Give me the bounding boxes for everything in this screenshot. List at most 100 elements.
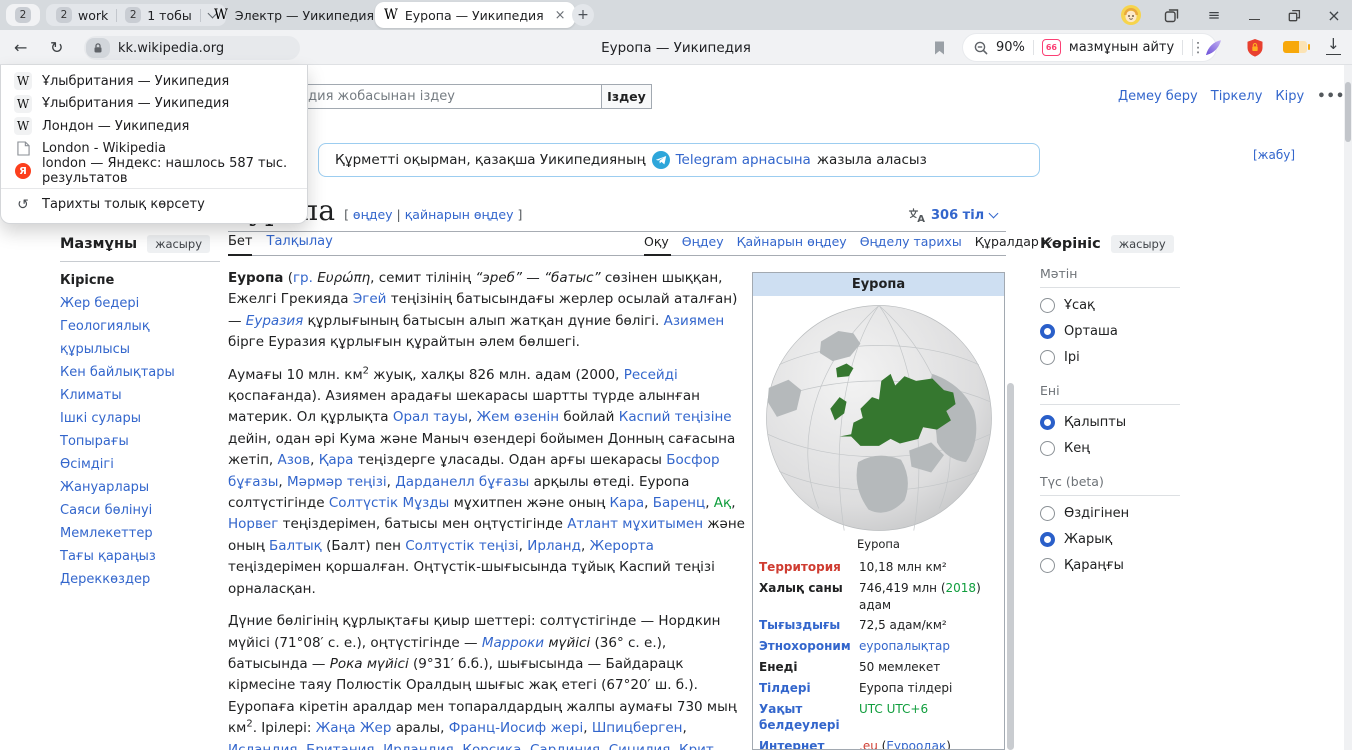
toc-item[interactable]: Тағы қараңыз — [60, 545, 220, 568]
link[interactable]: Сардиния — [530, 742, 600, 750]
link[interactable]: Еуроодақ — [886, 739, 946, 750]
tab-page[interactable]: Бет — [228, 234, 253, 249]
tab-europa-active[interactable]: W Еуропа — Уикипедия × — [375, 2, 575, 28]
toc-item[interactable]: Жер бедері — [60, 292, 220, 315]
tab-group-collapsed[interactable]: 2 — [6, 4, 40, 26]
radio-option-color-dark[interactable]: Қараңғы — [1040, 552, 1180, 578]
link[interactable]: Солтүстік Мұзды — [329, 495, 449, 511]
link[interactable]: Жаңа Жер — [316, 720, 392, 736]
link[interactable]: Крит — [679, 742, 714, 750]
link[interactable]: Тығыздығы — [759, 618, 840, 632]
tab-read[interactable]: Оқу — [644, 234, 669, 249]
side-panel-button[interactable] — [1162, 0, 1182, 30]
site-permissions-chip[interactable] — [86, 38, 110, 58]
link[interactable]: Интернет үйшігі — [759, 739, 824, 750]
bookmark-button[interactable] — [933, 30, 946, 65]
link[interactable]: Этнохороним — [759, 639, 851, 653]
link[interactable]: Кара — [609, 495, 644, 511]
read-aloud-button[interactable]: мазмұнын айту — [1069, 40, 1174, 55]
link[interactable]: Жерорта — [590, 538, 654, 554]
toc-item[interactable]: Топырағы — [60, 430, 220, 453]
toc-item[interactable]: Климаты — [60, 384, 220, 407]
appearance-hide-button[interactable]: жасыру — [1111, 235, 1174, 253]
battery-saver-icon[interactable] — [1283, 41, 1307, 53]
radio-option-text-small[interactable]: Ұсақ — [1040, 292, 1180, 318]
protect-button[interactable] — [1246, 30, 1264, 65]
radio-option-width-wide[interactable]: Кең — [1040, 435, 1180, 461]
language-selector[interactable]: A 306 тіл — [908, 207, 997, 223]
link[interactable]: Баренц — [653, 495, 705, 511]
toc-item[interactable]: Саяси бөлінуі — [60, 499, 220, 522]
radio-option-text-medium[interactable]: Орташа — [1040, 318, 1180, 344]
radio-option-color-light[interactable]: Жарық — [1040, 526, 1180, 552]
refresh-button[interactable]: ↻ — [50, 30, 63, 65]
link[interactable]: Эгей — [353, 291, 387, 307]
suggestion-item[interactable]: W Лондон — Уикипедия — [1, 115, 307, 138]
toc-item[interactable]: Дереккөздер — [60, 568, 220, 591]
tab-group-work[interactable]: 2 work — [56, 7, 108, 23]
link[interactable]: Британия — [306, 742, 374, 750]
back-button[interactable]: ← — [14, 30, 27, 65]
link[interactable]: Азов — [278, 452, 311, 468]
link[interactable]: Қара — [319, 452, 354, 468]
link[interactable]: Еуразия — [246, 313, 303, 329]
toc-item[interactable]: Жануарлары — [60, 476, 220, 499]
link[interactable]: Шпицберген — [592, 720, 683, 736]
page-scrollbar-thumb[interactable] — [1345, 82, 1351, 142]
address-bar[interactable]: kk.wikipedia.org — [84, 36, 300, 60]
toc-item[interactable]: Кен байлықтары — [60, 361, 220, 384]
toc-item[interactable]: Кіріспе — [60, 269, 220, 292]
browser-menu-button[interactable]: ≡ — [1204, 0, 1224, 30]
tab-talk[interactable]: Талқылау — [267, 234, 333, 249]
donate-link[interactable]: Демеу беру — [1118, 89, 1198, 104]
downloads-button[interactable]: ↓ — [1326, 37, 1341, 55]
page-scrollbar-track[interactable] — [1344, 65, 1352, 750]
show-full-history-item[interactable]: ↺ Тарихты толық көрсету — [1, 194, 307, 217]
close-window-button[interactable]: × — [1324, 0, 1344, 30]
link[interactable]: Азиямен — [664, 313, 725, 329]
suggestion-item[interactable]: W Ұлыбритания — Уикипедия — [1, 93, 307, 116]
toc-hide-button[interactable]: жасыру — [147, 235, 210, 253]
link[interactable]: Корсика — [462, 742, 521, 750]
link[interactable]: Каспий теңізіне — [619, 409, 732, 425]
link[interactable]: Солтүстік теңізі — [405, 538, 518, 554]
tab-edit[interactable]: Өңдеу — [682, 234, 724, 249]
minimize-button[interactable] — [1244, 0, 1264, 30]
tab-group-toby[interactable]: 2 1 тобы — [125, 7, 191, 23]
tab-edit-source[interactable]: Қайнарын өңдеу — [737, 234, 847, 249]
toc-item[interactable]: Геологиялық құрылысы — [60, 315, 220, 361]
link[interactable]: Франц-Иосиф жері — [449, 720, 584, 736]
link[interactable]: Атлант мұхитымен — [567, 516, 703, 532]
link[interactable]: Уақыт белдеулері — [759, 702, 840, 733]
link[interactable]: қайнарын өңдеу — [405, 207, 514, 222]
radio-option-width-standard[interactable]: Қалыпты — [1040, 409, 1180, 435]
wiki-search-button[interactable]: Іздеу — [601, 84, 652, 109]
neuro-pen-button[interactable] — [1204, 30, 1223, 65]
register-link[interactable]: Тіркелу — [1211, 89, 1263, 104]
link[interactable]: Марроки — [482, 635, 544, 651]
zoom-level[interactable]: 90% — [996, 40, 1025, 55]
link[interactable]: Ресейді — [624, 367, 678, 383]
more-options-icon[interactable]: ••• — [1317, 89, 1345, 104]
link[interactable]: өңдеу — [353, 207, 393, 222]
link[interactable]: Сицилия — [609, 742, 671, 750]
suggestion-item[interactable]: W Ұлыбритания — Уикипедия — [1, 70, 307, 93]
europe-globe-image[interactable] — [753, 296, 1004, 536]
link[interactable]: Ирландия — [383, 742, 454, 750]
link[interactable]: Дарданелл бұғазы — [395, 474, 529, 490]
login-link[interactable]: Кіру — [1275, 89, 1304, 104]
link[interactable]: Мәрмәр теңізі — [287, 474, 387, 490]
toc-item[interactable]: Ішкі сулары — [60, 407, 220, 430]
toc-item[interactable]: Өсімдігі — [60, 453, 220, 476]
link[interactable]: Тілдері — [759, 681, 811, 695]
link[interactable]: еуропалықтар — [859, 639, 950, 653]
radio-option-color-auto[interactable]: Өздігінен — [1040, 500, 1180, 526]
profile-avatar[interactable] — [1120, 0, 1142, 30]
toc-item[interactable]: Мемлекеттер — [60, 522, 220, 545]
tab-history[interactable]: Өңделу тарихы — [860, 234, 962, 249]
zoom-out-icon[interactable] — [974, 41, 988, 55]
link[interactable]: Норвег — [228, 516, 278, 532]
telegram-channel-link[interactable]: Telegram арнасына — [676, 152, 811, 168]
close-tab-icon[interactable]: × — [555, 8, 566, 23]
suggestion-item[interactable]: Я london — Яндекс: нашлось 587 тыс. резу… — [1, 160, 307, 183]
